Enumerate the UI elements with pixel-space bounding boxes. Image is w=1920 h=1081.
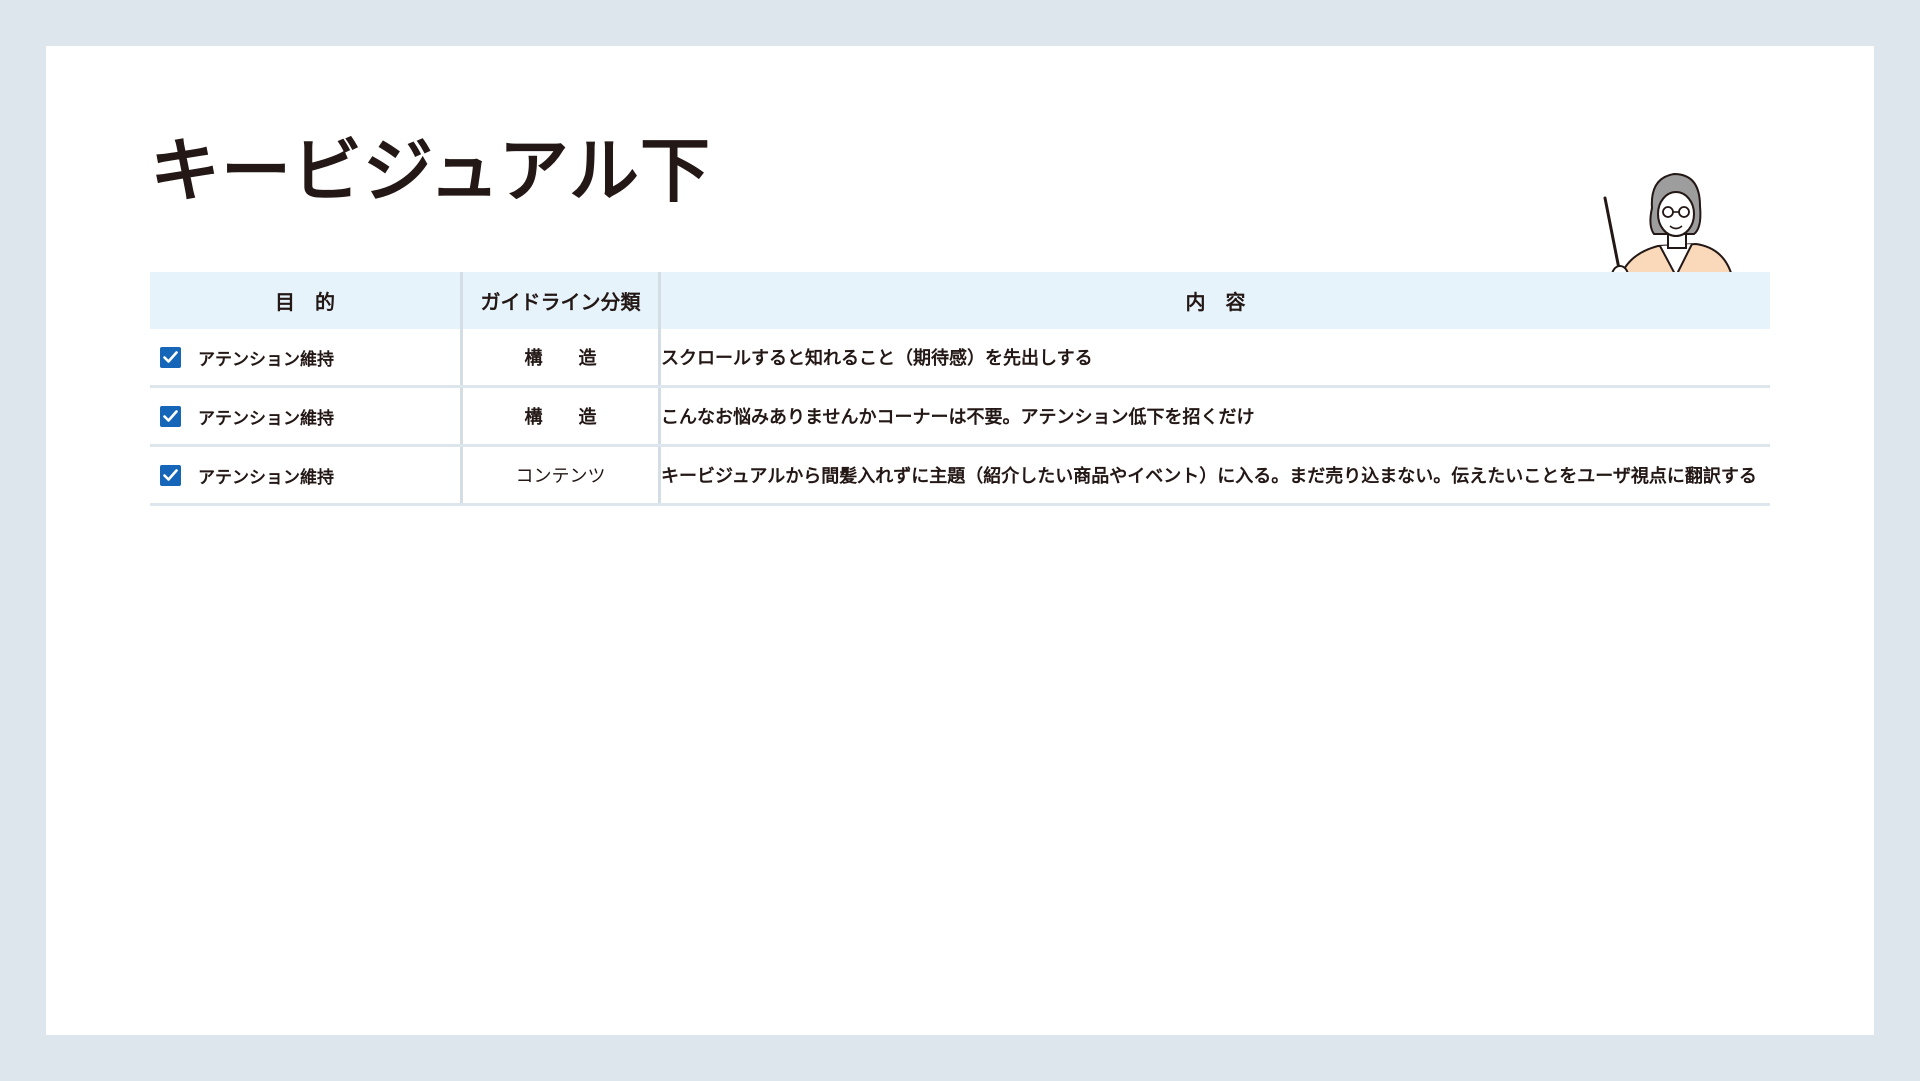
slide: キービジュアル下 目 的 ガイドライン分類 内 容 アテンション維持 構 造 ス… [46, 46, 1874, 1035]
content-cell: キービジュアルから間髪入れずに主題（紹介したい商品やイベント）に入る。まだ売り込… [659, 445, 1770, 506]
checkbox-checked[interactable] [160, 464, 181, 486]
check-icon [163, 409, 178, 422]
header-purpose: 目 的 [150, 272, 463, 329]
guideline-table: 目 的 ガイドライン分類 内 容 アテンション維持 構 造 スクロールすると知れ… [150, 272, 1770, 506]
page-title: キービジュアル下 [150, 130, 711, 212]
check-icon [163, 350, 178, 363]
table-row: アテンション維持 構 造 スクロールすると知れること（期待感）を先出しする [150, 329, 1770, 388]
header-content: 内 容 [659, 272, 1770, 329]
header-category: ガイドライン分類 [461, 272, 661, 329]
purpose-cell: アテンション維持 [150, 445, 463, 506]
category-cell: コンテンツ [461, 445, 661, 506]
purpose-label: アテンション維持 [198, 349, 334, 370]
checkbox-checked[interactable] [160, 346, 181, 368]
category-cell: 構 造 [461, 329, 661, 388]
purpose-cell: アテンション維持 [150, 329, 463, 388]
checkbox-checked[interactable] [160, 405, 181, 427]
table-row: アテンション維持 構 造 こんなお悩みありませんかコーナーは不要。アテンション低… [150, 386, 1770, 447]
check-icon [163, 468, 178, 481]
purpose-label: アテンション維持 [198, 467, 334, 488]
content-cell: こんなお悩みありませんかコーナーは不要。アテンション低下を招くだけ [659, 386, 1770, 447]
category-label: 構 造 [524, 348, 597, 369]
table-row: アテンション維持 コンテンツ キービジュアルから間髪入れずに主題（紹介したい商品… [150, 445, 1770, 506]
table-header-row: 目 的 ガイドライン分類 内 容 [150, 272, 1770, 329]
category-cell: 構 造 [461, 386, 661, 447]
content-cell: スクロールすると知れること（期待感）を先出しする [659, 329, 1770, 388]
purpose-cell: アテンション維持 [150, 386, 463, 447]
category-label: コンテンツ [515, 466, 606, 487]
category-label: 構 造 [524, 407, 597, 428]
purpose-label: アテンション維持 [198, 408, 334, 429]
